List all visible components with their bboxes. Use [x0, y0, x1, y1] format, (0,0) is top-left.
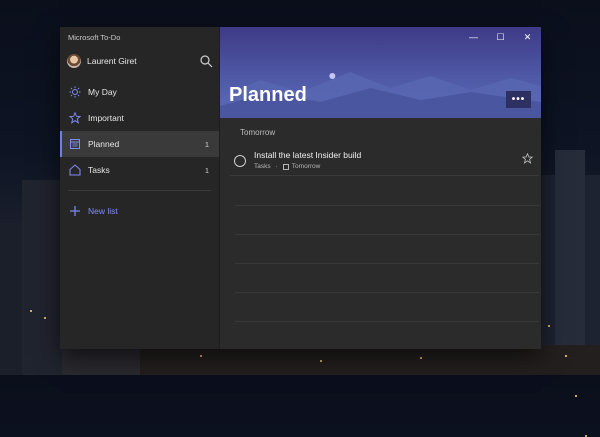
task-due-date: Tomorrow	[291, 163, 321, 170]
close-button[interactable]: ✕	[514, 27, 541, 47]
maximize-button[interactable]: ☐	[487, 27, 514, 47]
meta-separator: ·	[275, 163, 278, 170]
avatar[interactable]	[67, 54, 81, 68]
empty-row-line	[235, 321, 539, 322]
star-icon	[69, 112, 81, 124]
sidebar-item-label: Planned	[88, 139, 120, 149]
empty-row-line	[235, 292, 539, 293]
page-title: Planned	[229, 84, 307, 106]
sidebar-item-count: 1	[204, 165, 209, 175]
sidebar-item-label: My Day	[88, 87, 117, 97]
plus-icon	[69, 205, 81, 217]
more-options-button[interactable]: •••	[506, 91, 531, 108]
sidebar-item-label: Important	[88, 113, 124, 123]
sidebar-divider	[68, 190, 211, 191]
header-banner: — ☐ ✕ Planned •••	[220, 27, 541, 118]
sidebar-nav: My Day Important Planned 1 Tasks 1 New l…	[60, 79, 219, 221]
task-item[interactable]: Install the latest Insider build Tasks ·…	[230, 146, 539, 176]
star-icon[interactable]	[522, 153, 533, 164]
group-label: Tomorrow	[240, 128, 276, 137]
search-icon[interactable]	[199, 54, 213, 68]
task-meta: Tasks · Tomorrow	[254, 163, 320, 170]
user-profile[interactable]: Laurent Giret	[67, 52, 213, 70]
new-list-label: New list	[88, 206, 118, 216]
sidebar-item-tasks[interactable]: Tasks 1	[60, 157, 219, 183]
sidebar-item-important[interactable]: Important	[60, 105, 219, 131]
main-panel: — ☐ ✕ Planned ••• Tomorrow Install the l…	[220, 27, 541, 349]
sidebar-item-planned[interactable]: Planned 1	[60, 131, 219, 157]
complete-checkbox[interactable]	[234, 155, 246, 167]
minimize-button[interactable]: —	[460, 27, 487, 47]
user-name: Laurent Giret	[87, 56, 137, 66]
sidebar-item-count: 1	[204, 139, 209, 149]
due-date-icon	[282, 163, 289, 170]
sun-icon	[69, 86, 81, 98]
window-controls: — ☐ ✕	[460, 27, 541, 47]
home-icon	[69, 164, 81, 176]
empty-row-line	[235, 263, 539, 264]
task-list-name: Tasks	[254, 163, 271, 170]
sidebar: Microsoft To-Do Laurent Giret My Day Imp…	[60, 27, 220, 349]
new-list-button[interactable]: New list	[60, 201, 219, 221]
app-title: Microsoft To-Do	[68, 33, 121, 42]
empty-row-line	[235, 205, 539, 206]
todo-window: Microsoft To-Do Laurent Giret My Day Imp…	[60, 27, 541, 349]
calendar-icon	[69, 138, 81, 150]
sidebar-item-label: Tasks	[88, 165, 110, 175]
sidebar-item-my-day[interactable]: My Day	[60, 79, 219, 105]
task-title: Install the latest Insider build	[254, 150, 362, 160]
empty-row-line	[235, 234, 539, 235]
